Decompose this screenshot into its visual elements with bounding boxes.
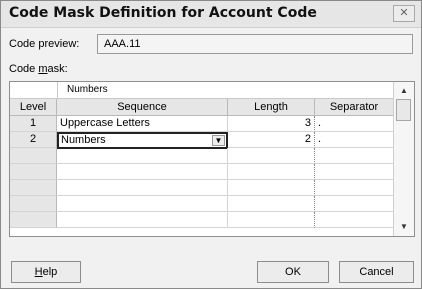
close-button[interactable]: ✕	[393, 5, 415, 22]
help-button[interactable]: Help	[11, 261, 81, 283]
empty-row-level[interactable]	[10, 212, 57, 228]
ok-button[interactable]: OK	[257, 261, 329, 283]
row-1-sequence[interactable]: Uppercase Letters	[57, 116, 228, 132]
grid-edit-bar-corner	[10, 82, 58, 98]
row-1-level[interactable]: 1	[10, 116, 57, 132]
empty-row-sequence[interactable]	[57, 164, 228, 180]
empty-row-level[interactable]	[10, 180, 57, 196]
help-button-accel: H	[34, 266, 43, 278]
chevron-down-icon: ▼	[214, 136, 223, 145]
empty-row-separator[interactable]	[315, 180, 394, 196]
code-mask-label: Code mask:	[9, 63, 68, 75]
row-2-level[interactable]: 2	[10, 132, 57, 148]
code-mask-label-accel: m	[38, 63, 48, 75]
row-1-separator[interactable]: .	[315, 116, 394, 132]
empty-row-length[interactable]	[228, 164, 315, 180]
grid-edit-bar[interactable]: Numbers	[10, 82, 394, 99]
column-header-separator: Separator	[315, 99, 394, 116]
cancel-button[interactable]: Cancel	[339, 261, 414, 283]
grid-edit-bar-value: Numbers	[67, 84, 108, 95]
code-mask-label-pre: Code	[9, 63, 39, 75]
scroll-down-button[interactable]: ▼	[394, 220, 414, 234]
column-header-length: Length	[228, 99, 315, 116]
code-preview-field: AAA.11	[97, 34, 413, 54]
vertical-scrollbar[interactable]: ▲ ▼	[393, 82, 414, 236]
help-button-rest: elp	[42, 266, 58, 278]
row-2-length[interactable]: 2	[228, 132, 315, 148]
empty-row-level[interactable]	[10, 164, 57, 180]
sequence-dropdown-button[interactable]: ▼	[212, 135, 225, 146]
row-2-sequence-dropdown[interactable]: Numbers ▼	[57, 132, 228, 149]
arrow-up-icon: ▲	[400, 86, 408, 95]
row-2-sequence-value: Numbers	[61, 134, 106, 146]
empty-row-sequence[interactable]	[57, 212, 228, 228]
row-2-separator[interactable]: .	[315, 132, 394, 148]
empty-row-sequence[interactable]	[57, 196, 228, 212]
column-header-sequence: Sequence	[57, 99, 228, 116]
arrow-down-icon: ▼	[400, 222, 408, 231]
empty-row-separator[interactable]	[315, 212, 394, 228]
scrollbar-thumb[interactable]	[396, 99, 411, 121]
empty-row-length[interactable]	[228, 196, 315, 212]
empty-row-length[interactable]	[228, 180, 315, 196]
empty-row-sequence[interactable]	[57, 148, 228, 164]
scroll-up-button[interactable]: ▲	[394, 84, 414, 98]
title-bar: Code Mask Definition for Account Code ✕	[1, 1, 421, 28]
empty-row-separator[interactable]	[315, 164, 394, 180]
empty-row-separator[interactable]	[315, 148, 394, 164]
code-mask-grid[interactable]: Numbers Level Sequence Length Separator …	[9, 81, 415, 237]
dialog-title: Code Mask Definition for Account Code	[9, 5, 317, 21]
empty-row-length[interactable]	[228, 212, 315, 228]
empty-row-level[interactable]	[10, 196, 57, 212]
code-mask-label-post: ask:	[47, 63, 68, 75]
code-mask-dialog: Code Mask Definition for Account Code ✕ …	[0, 0, 422, 289]
column-header-level: Level	[10, 99, 57, 116]
row-1-length[interactable]: 3	[228, 116, 315, 132]
empty-row-sequence[interactable]	[57, 180, 228, 196]
empty-row-length[interactable]	[228, 148, 315, 164]
close-icon: ✕	[399, 7, 409, 19]
code-preview-label: Code preview:	[9, 38, 80, 50]
empty-row-separator[interactable]	[315, 196, 394, 212]
empty-row-level[interactable]	[10, 148, 57, 164]
